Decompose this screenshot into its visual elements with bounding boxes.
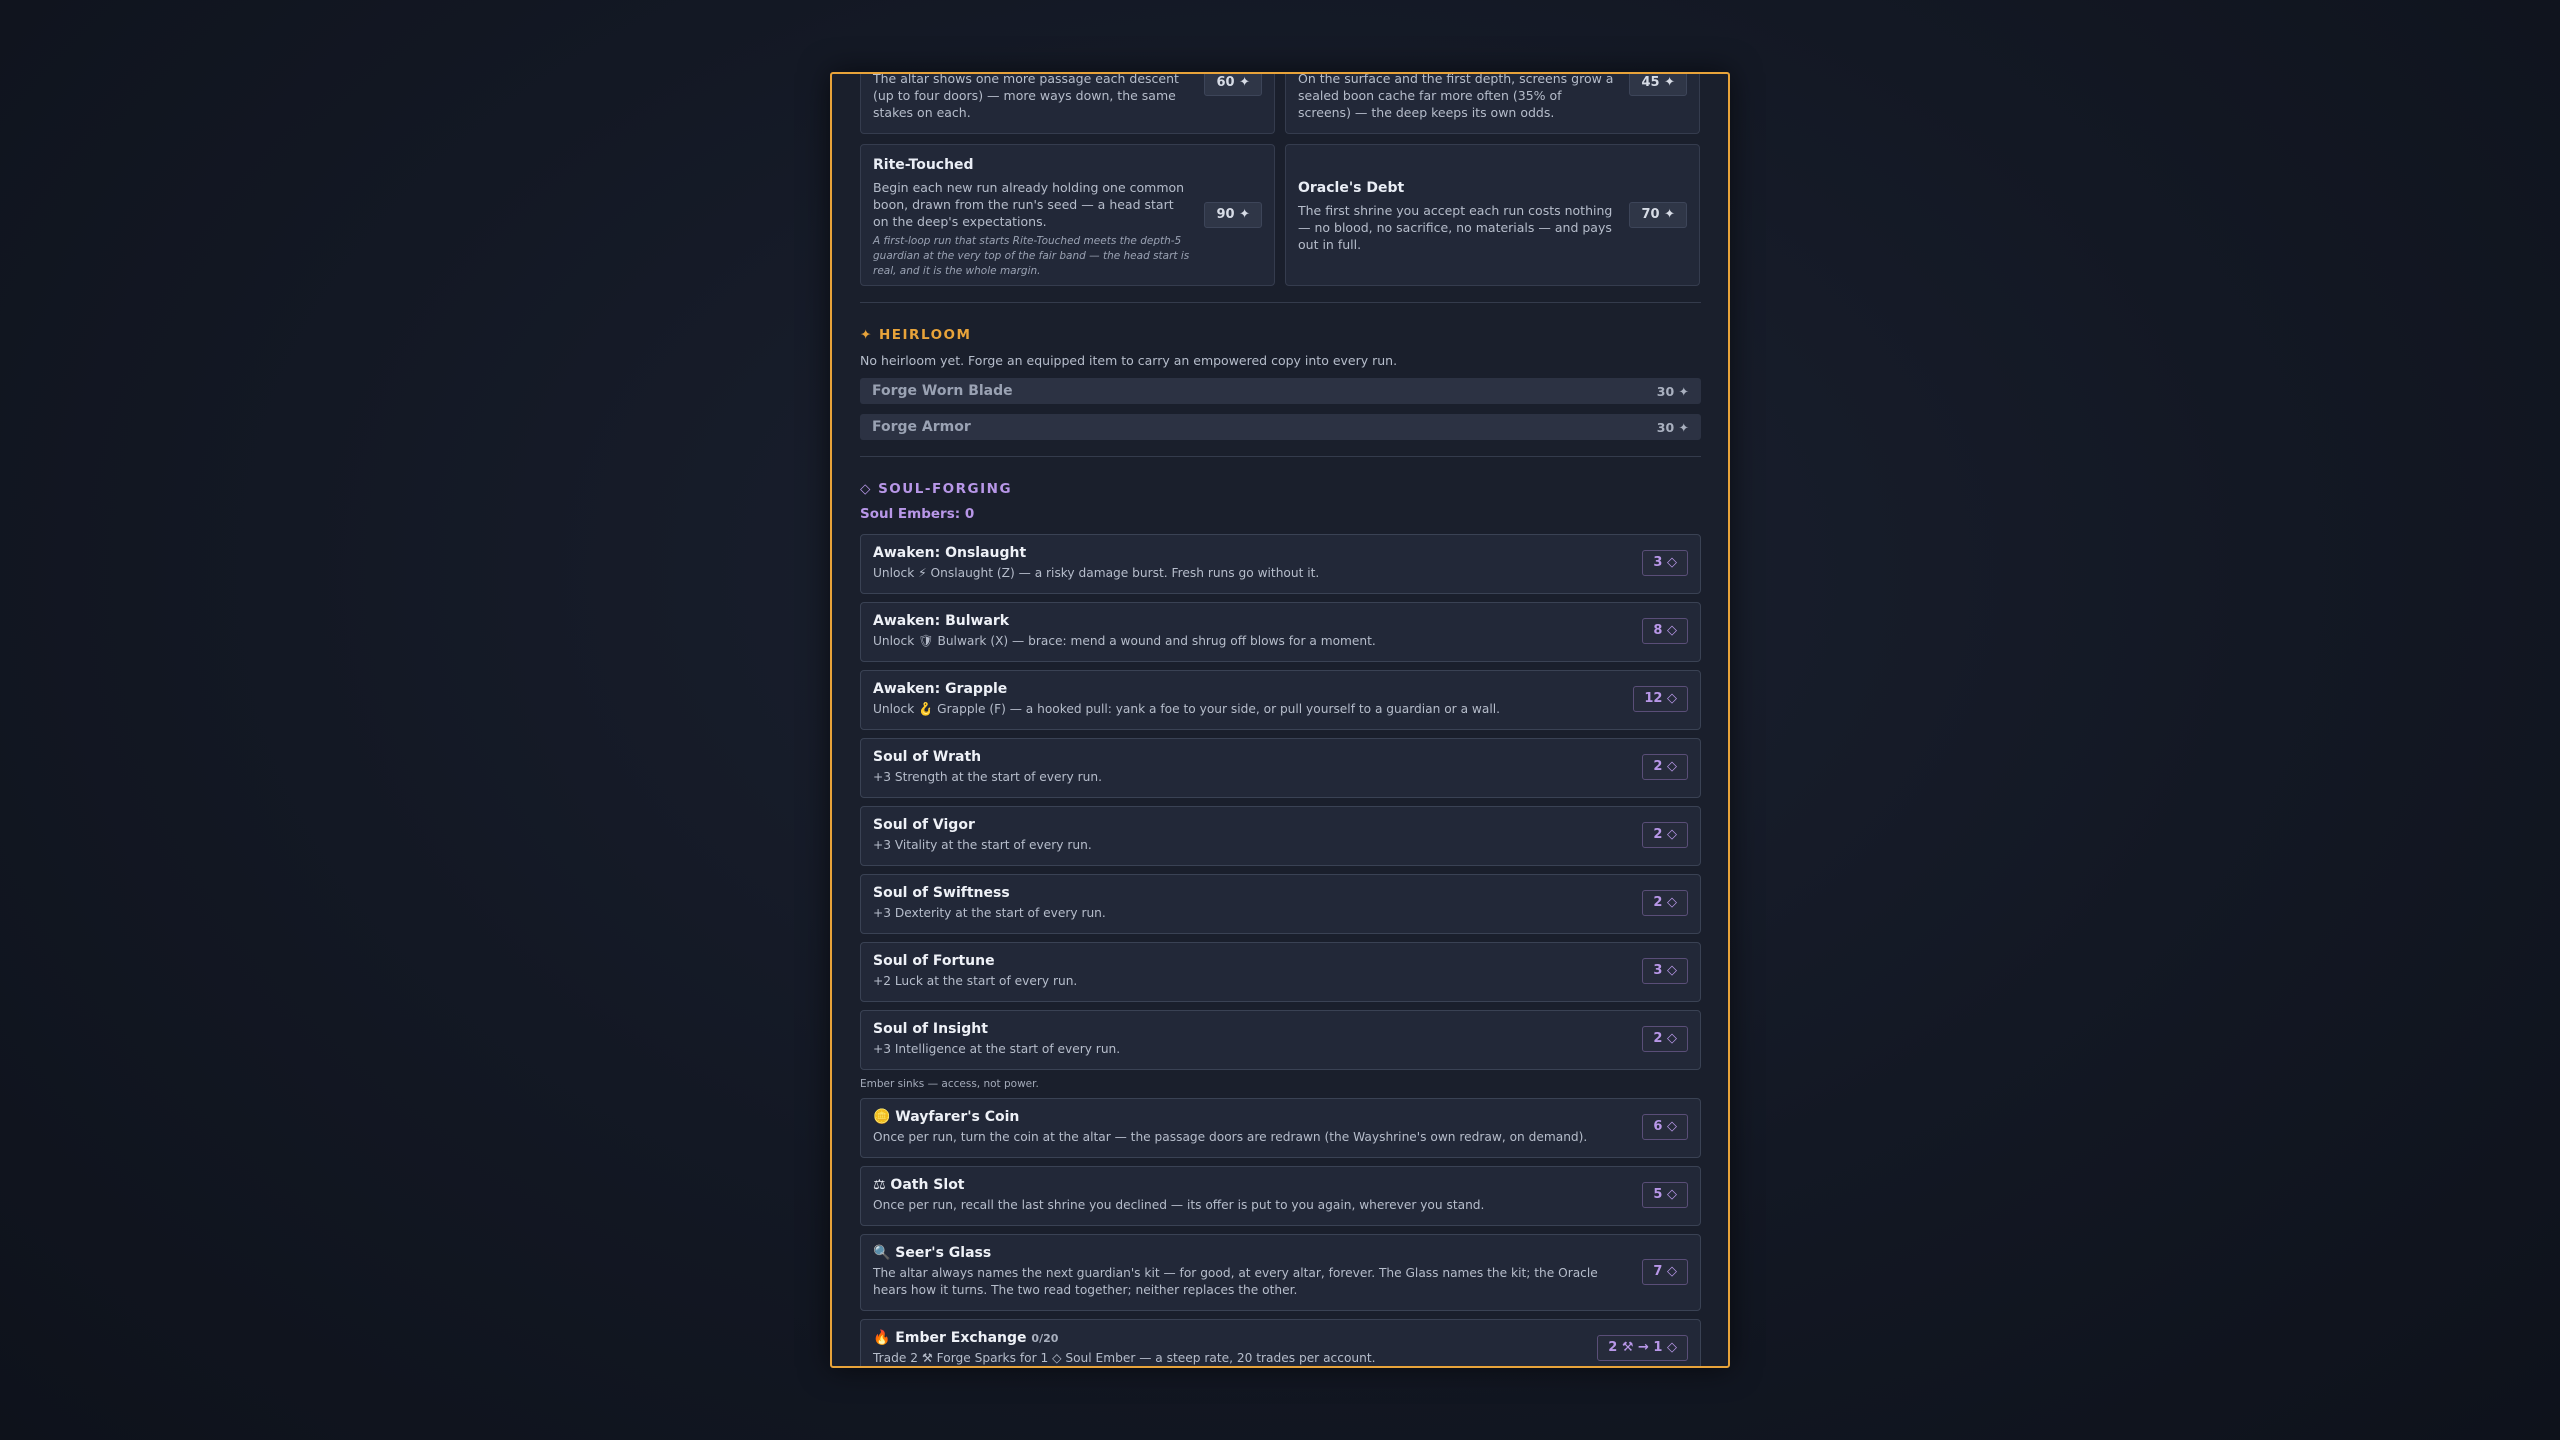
item-title: Awaken: Bulwark xyxy=(873,613,1010,629)
upgrade-card-rite-touched[interactable]: Rite-Touched Begin each new run already … xyxy=(860,144,1275,286)
upgrade-desc: The altar shows one more passage each de… xyxy=(873,72,1179,120)
item-title: Soul of Vigor xyxy=(873,817,975,833)
buy-cost-button[interactable]: 3 ◇ xyxy=(1642,550,1688,576)
section-divider xyxy=(860,456,1701,457)
ember-sinks-note: Ember sinks — access, not power. xyxy=(860,1078,1039,1090)
buy-cost-button[interactable]: 2 ◇ xyxy=(1642,1026,1688,1052)
list-item[interactable]: Awaken: Grapple Unlock 🪝 Grapple (F) — a… xyxy=(860,670,1701,730)
item-desc: The altar always names the next guardian… xyxy=(873,1266,1598,1297)
item-desc: +3 Intelligence at the start of every ru… xyxy=(873,1042,1121,1056)
upgrade-desc: On the surface and the first depth, scre… xyxy=(1298,72,1614,120)
list-item[interactable]: Awaken: Bulwark Unlock 🛡 Bulwark (X) — b… xyxy=(860,602,1701,662)
buy-cost-button[interactable]: 12 ◇ xyxy=(1633,686,1688,712)
buy-cost-button[interactable]: 7 ◇ xyxy=(1642,1259,1688,1285)
upgrade-note: A first-loop run that starts Rite-Touche… xyxy=(873,235,1190,277)
item-desc: +3 Dexterity at the start of every run. xyxy=(873,906,1106,920)
item-title: Awaken: Grapple xyxy=(873,681,1008,697)
buy-cost-button[interactable]: 70 ✦ xyxy=(1629,202,1687,228)
item-title: Soul of Swiftness xyxy=(873,885,1010,901)
list-item[interactable]: Soul of Swiftness +3 Dexterity at the st… xyxy=(860,874,1701,934)
list-item[interactable]: 🔍 Seer's Glass The altar always names th… xyxy=(860,1234,1701,1311)
soul-forging-heading: ◇ SOUL-FORGING xyxy=(860,481,1013,497)
upgrade-title: Oracle's Debt xyxy=(1298,179,1405,196)
upgrade-card-extra-passage[interactable]: The altar shows one more passage each de… xyxy=(860,72,1275,134)
upgrade-card-boon-cache[interactable]: On the surface and the first depth, scre… xyxy=(1285,72,1700,134)
forge-label: Forge Worn Blade xyxy=(872,383,1013,399)
item-title: 🔥 Ember Exchange xyxy=(873,1330,1027,1346)
item-desc: +3 Vitality at the start of every run. xyxy=(873,838,1092,852)
item-title: Soul of Insight xyxy=(873,1021,988,1037)
list-item[interactable]: 🔥 Ember Exchange 0/20 Trade 2 ⚒ Forge Sp… xyxy=(860,1319,1701,1366)
item-title: 🪙 Wayfarer's Coin xyxy=(873,1109,1020,1125)
soul-embers-count: Soul Embers: 0 xyxy=(860,506,975,522)
buy-cost-button[interactable]: 90 ✦ xyxy=(1204,202,1262,228)
item-title: Soul of Wrath xyxy=(873,749,982,765)
soul-forging-list: Awaken: Onslaught Unlock ⚡ Onslaught (Z)… xyxy=(860,534,1701,1366)
list-item[interactable]: 🪙 Wayfarer's Coin Once per run, turn the… xyxy=(860,1098,1701,1158)
meta-progression-panel: The altar shows one more passage each de… xyxy=(830,72,1730,1368)
list-item[interactable]: Soul of Fortune +2 Luck at the start of … xyxy=(860,942,1701,1002)
item-title: 🔍 Seer's Glass xyxy=(873,1245,992,1261)
buy-cost-button[interactable]: 8 ◇ xyxy=(1642,618,1688,644)
buy-cost-button[interactable]: 45 ✦ xyxy=(1629,74,1687,96)
forge-worn-blade-button[interactable]: Forge Worn Blade 30 ✦ xyxy=(860,378,1701,404)
item-desc: +3 Strength at the start of every run. xyxy=(873,770,1102,784)
buy-cost-button[interactable]: 60 ✦ xyxy=(1204,74,1262,96)
forge-label: Forge Armor xyxy=(872,419,971,435)
item-title: Awaken: Onslaught xyxy=(873,545,1027,561)
list-item[interactable]: Soul of Vigor +3 Vitality at the start o… xyxy=(860,806,1701,866)
upgrade-card-oracles-debt[interactable]: Oracle's Debt The first shrine you accep… xyxy=(1285,144,1700,286)
forge-cost: 30 ✦ xyxy=(1656,383,1689,399)
item-desc: Unlock 🛡 Bulwark (X) — brace: mend a wou… xyxy=(873,634,1376,648)
list-item[interactable]: Soul of Insight +3 Intelligence at the s… xyxy=(860,1010,1701,1070)
buy-cost-button[interactable]: 2 ◇ xyxy=(1642,890,1688,916)
item-desc: Once per run, turn the coin at the altar… xyxy=(873,1130,1588,1144)
item-title: Soul of Fortune xyxy=(873,953,995,969)
upgrade-desc: The first shrine you accept each run cos… xyxy=(1298,202,1613,252)
item-title: ⚖ Oath Slot xyxy=(873,1177,965,1193)
item-desc: Unlock 🪝 Grapple (F) — a hooked pull: ya… xyxy=(873,702,1500,716)
heirloom-heading: ✦ HEIRLOOM xyxy=(860,327,972,343)
item-desc: Unlock ⚡ Onslaught (Z) — a risky damage … xyxy=(873,566,1320,580)
buy-cost-button[interactable]: 6 ◇ xyxy=(1642,1114,1688,1140)
buy-cost-button[interactable]: 2 ◇ xyxy=(1642,754,1688,780)
list-item[interactable]: Soul of Wrath +3 Strength at the start o… xyxy=(860,738,1701,798)
item-desc: +2 Luck at the start of every run. xyxy=(873,974,1078,988)
forge-cost: 30 ✦ xyxy=(1656,419,1689,435)
exchange-button[interactable]: 2 ⚒ → 1 ◇ xyxy=(1597,1335,1688,1361)
item-desc: Trade 2 ⚒ Forge Sparks for 1 ◇ Soul Embe… xyxy=(873,1351,1376,1365)
upgrade-desc: Begin each new run already holding one c… xyxy=(873,180,1185,229)
list-item[interactable]: Awaken: Onslaught Unlock ⚡ Onslaught (Z)… xyxy=(860,534,1701,594)
buy-cost-button[interactable]: 2 ◇ xyxy=(1642,822,1688,848)
item-title-row: 🔥 Ember Exchange 0/20 xyxy=(873,1330,1688,1346)
section-divider xyxy=(860,302,1701,303)
list-item[interactable]: ⚖ Oath Slot Once per run, recall the las… xyxy=(860,1166,1701,1226)
forge-armor-button[interactable]: Forge Armor 30 ✦ xyxy=(860,414,1701,440)
buy-cost-button[interactable]: 3 ◇ xyxy=(1642,958,1688,984)
item-desc: Once per run, recall the last shrine you… xyxy=(873,1198,1485,1212)
trade-counter: 0/20 xyxy=(1031,1332,1059,1345)
buy-cost-button[interactable]: 5 ◇ xyxy=(1642,1182,1688,1208)
panel-scroll-content[interactable]: The altar shows one more passage each de… xyxy=(860,72,1701,1366)
upgrade-title: Rite-Touched xyxy=(873,157,974,173)
upgrade-grid: The altar shows one more passage each de… xyxy=(860,72,1701,286)
heirloom-subtitle: No heirloom yet. Forge an equipped item … xyxy=(860,353,1398,368)
